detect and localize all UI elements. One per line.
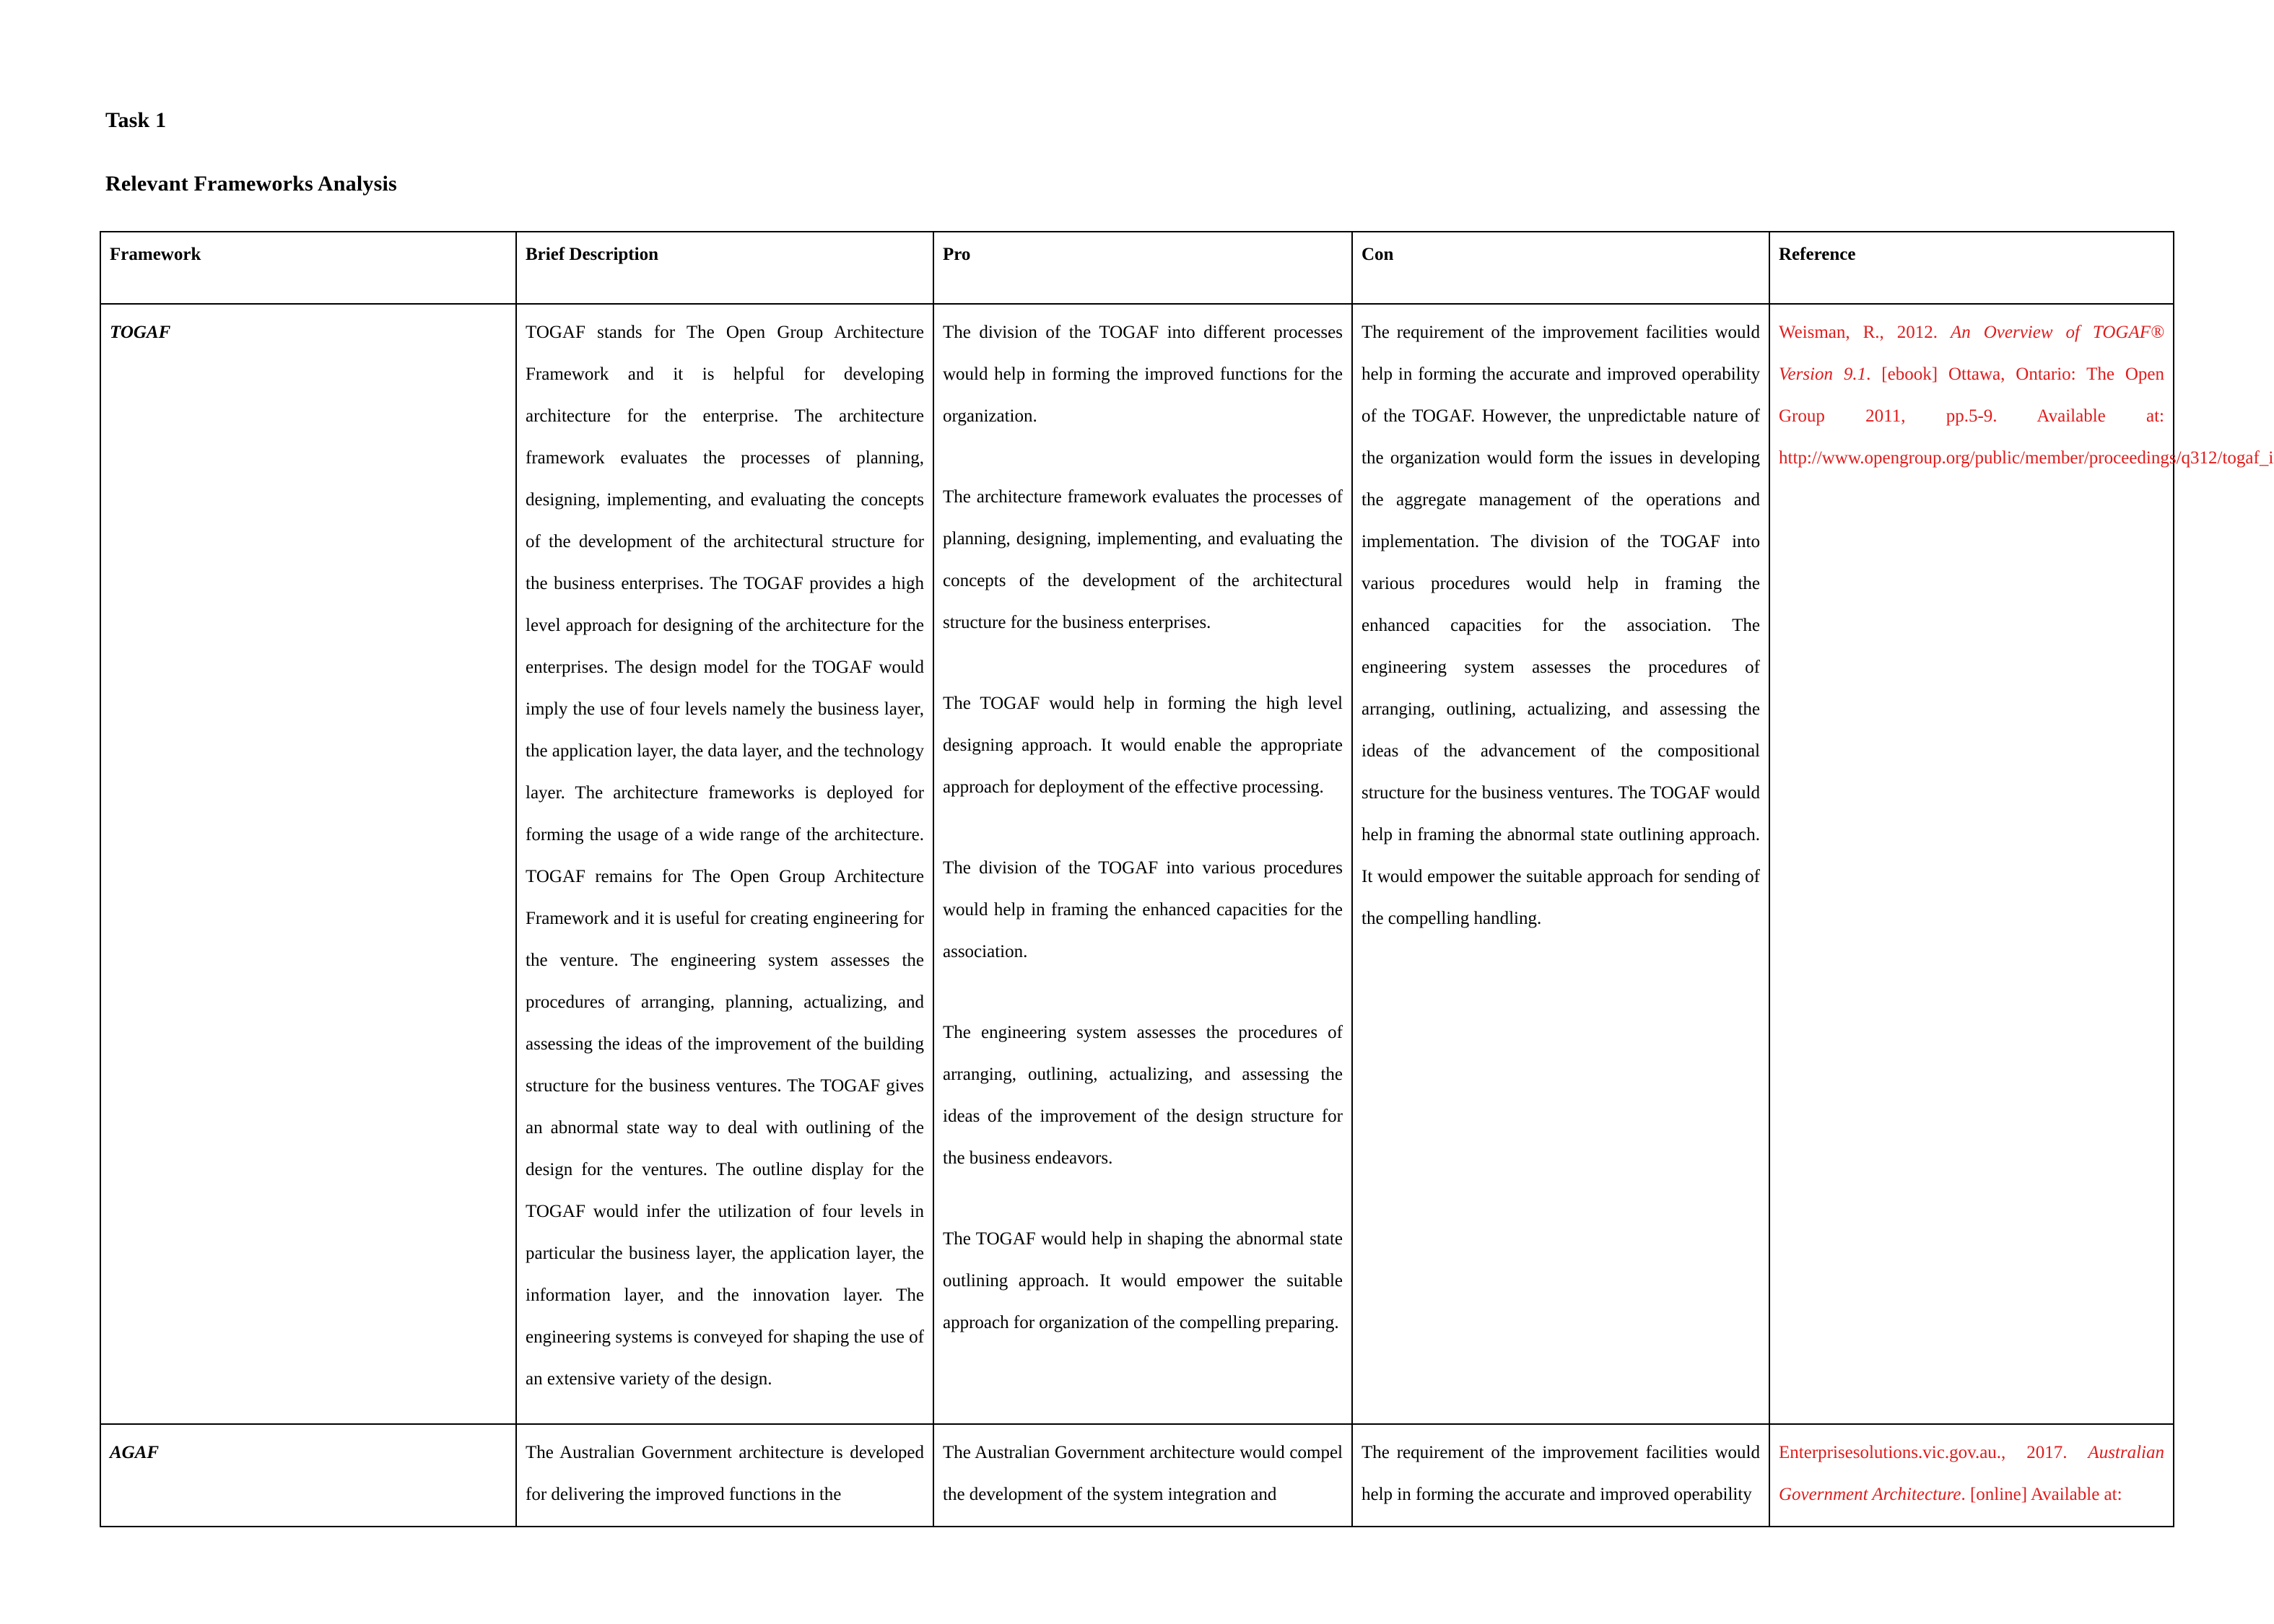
reference-author-year: Weisman, R., 2012.	[1779, 323, 1951, 342]
cell-reference: Enterprisesolutions.vic.gov.au., 2017. A…	[1769, 1423, 2174, 1527]
column-header-framework: Framework	[100, 231, 517, 305]
cell-con: The requirement of the improvement facil…	[1351, 303, 1770, 1425]
document-page: Task 1 Relevant Frameworks Analysis Fram…	[0, 0, 2274, 1624]
pro-paragraph: The architecture framework evaluates the…	[943, 487, 1343, 632]
reference-author-year: Enterprisesolutions.vic.gov.au., 2017.	[1779, 1443, 2088, 1462]
column-header-pro: Pro	[933, 231, 1353, 305]
cell-pro: The Australian Government architecture w…	[933, 1423, 1353, 1527]
page-title: Task 1	[105, 108, 167, 132]
cell-pro: The division of the TOGAF into different…	[933, 303, 1353, 1425]
pro-paragraph: The TOGAF would help in shaping the abno…	[943, 1229, 1343, 1332]
cell-brief-description: TOGAF stands for The Open Group Architec…	[515, 303, 934, 1425]
column-header-reference: Reference	[1769, 231, 2174, 305]
column-header-con: Con	[1351, 231, 1770, 305]
cell-framework-name: TOGAF	[100, 303, 517, 1425]
section-heading: Relevant Frameworks Analysis	[105, 172, 397, 196]
frameworks-analysis-table: Framework Brief Description Pro Con Refe…	[100, 231, 2274, 1527]
pro-paragraph: The division of the TOGAF into various p…	[943, 858, 1343, 961]
cell-brief-description: The Australian Government architecture i…	[515, 1423, 934, 1527]
table-header-row: Framework Brief Description Pro Con Refe…	[100, 231, 2174, 305]
pro-paragraph: The division of the TOGAF into different…	[943, 323, 1343, 426]
pro-paragraph: The engineering system assesses the proc…	[943, 1023, 1343, 1168]
column-header-brief-description: Brief Description	[515, 231, 934, 305]
cell-con: The requirement of the improvement facil…	[1351, 1423, 1770, 1527]
cell-reference: Weisman, R., 2012. An Overview of TOGAF®…	[1769, 303, 2274, 1425]
table-row: AGAF The Australian Government architect…	[100, 1423, 2174, 1527]
table-row: TOGAF TOGAF stands for The Open Group Ar…	[100, 303, 2274, 1425]
pro-paragraph: The TOGAF would help in forming the high…	[943, 694, 1343, 797]
reference-details: . [online] Available at:	[1961, 1485, 2122, 1504]
cell-framework-name: AGAF	[100, 1423, 517, 1527]
